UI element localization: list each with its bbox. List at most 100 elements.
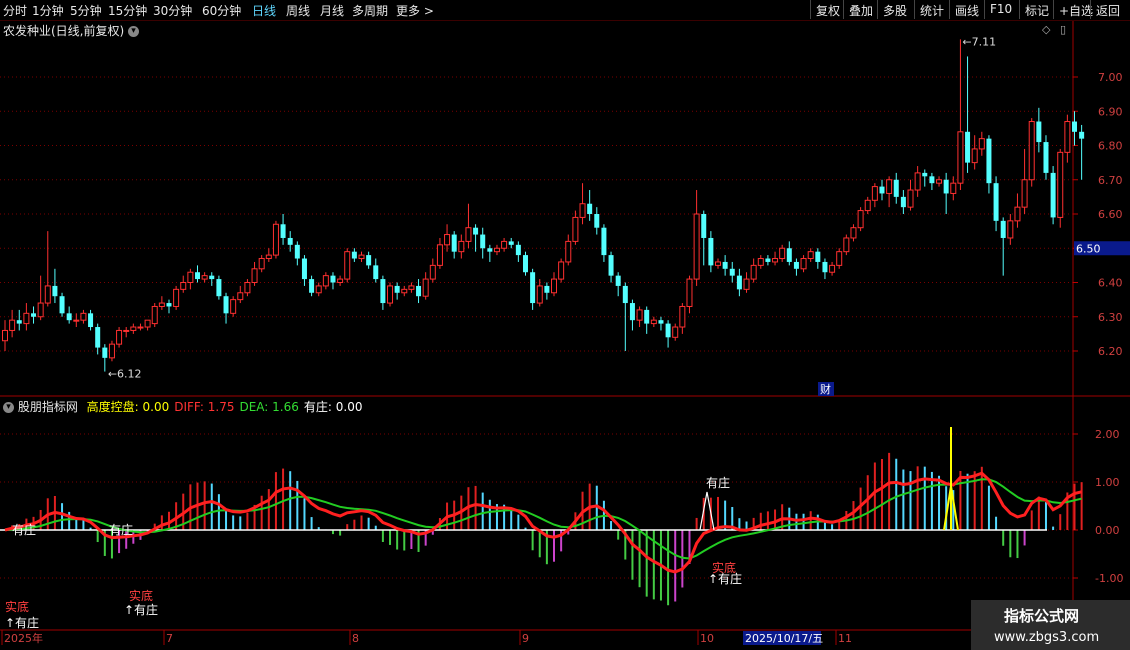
candle-body — [59, 296, 65, 314]
candle-body — [829, 264, 836, 273]
candle-body — [530, 272, 536, 304]
candle-body — [429, 264, 436, 280]
candle-body — [387, 285, 394, 304]
candle-body — [444, 234, 451, 246]
candle-body — [686, 278, 693, 307]
candle-body — [622, 285, 628, 304]
watermark-title: 指标公式网 — [1004, 607, 1079, 625]
candle-body — [201, 275, 208, 280]
shidi-label: 实底 — [129, 588, 153, 603]
candle-body — [900, 196, 906, 208]
candle-body — [237, 292, 244, 301]
candle-body — [1043, 142, 1049, 173]
candle-body — [843, 237, 850, 253]
candle-body — [88, 313, 94, 328]
candle-body — [800, 258, 807, 270]
candle-body — [750, 264, 757, 280]
indicator-tick-label: -1.00 — [1095, 572, 1123, 585]
candle-body — [1064, 121, 1071, 153]
candle-body — [743, 278, 750, 290]
candle-body — [665, 323, 671, 338]
candle-body — [629, 303, 635, 321]
candle-body — [536, 285, 543, 304]
candle-body — [544, 285, 550, 293]
time-label: 11 — [838, 632, 852, 645]
candle-body — [451, 234, 457, 252]
candle-body — [309, 279, 315, 293]
current-price-label: 6.50 — [1076, 242, 1101, 255]
candle-body — [1050, 172, 1056, 218]
watermark-url: www.zbgs3.com — [994, 630, 1099, 645]
finance-marker: 财 — [820, 382, 831, 396]
candle-body — [993, 183, 999, 221]
indicator-tick-label: 2.00 — [1095, 428, 1120, 441]
youzhuang-spike — [699, 491, 715, 531]
candle-body — [601, 227, 607, 256]
candle-body — [151, 305, 158, 325]
candle-body — [551, 278, 558, 294]
candle-body — [480, 234, 486, 249]
candle-body — [251, 268, 258, 283]
candle-body — [230, 299, 237, 314]
candle-body — [765, 258, 771, 262]
candle-body — [836, 251, 843, 266]
candle-body — [936, 179, 943, 184]
candle-body — [493, 247, 500, 253]
candle-body — [1021, 179, 1028, 208]
candle-body — [73, 319, 80, 322]
candle-body — [715, 261, 721, 266]
candle-body — [108, 343, 115, 359]
price-tick-label: 7.00 — [1098, 71, 1123, 84]
candle-body — [344, 251, 351, 280]
candle-body — [708, 237, 714, 266]
candle-body — [850, 227, 857, 239]
candle-body — [487, 248, 493, 252]
candle-body — [294, 244, 300, 259]
candle-body — [216, 279, 222, 297]
indicator-tick-label: 0.00 — [1095, 524, 1120, 537]
time-label: 10 — [700, 632, 714, 645]
candle-body — [301, 258, 307, 280]
shidi-label: 实底 — [5, 599, 29, 614]
candle-body — [180, 282, 187, 290]
price-tick-label: 6.90 — [1098, 105, 1123, 118]
candle-body — [337, 278, 344, 284]
candle-body — [608, 255, 614, 276]
candle-body — [636, 309, 643, 321]
candle-body — [37, 302, 44, 318]
candle-body — [978, 138, 985, 150]
youzhuang-label: 有庄 — [12, 522, 36, 537]
candle-body — [315, 285, 322, 294]
kline-chart[interactable]: 7.006.906.806.706.606.506.406.306.206.50… — [0, 0, 1130, 650]
candle-body — [223, 296, 229, 314]
candle-body — [907, 189, 914, 208]
candle-body — [572, 216, 579, 242]
price-tick-label: 6.30 — [1098, 311, 1123, 324]
time-label: 2025年 — [4, 631, 43, 645]
candle-body — [195, 272, 201, 280]
price-tick-label: 6.40 — [1098, 277, 1123, 290]
candle-body — [130, 326, 137, 331]
candle-body — [322, 275, 329, 287]
candle-body — [272, 223, 279, 256]
candle-body — [373, 265, 379, 280]
candle-body — [394, 285, 400, 293]
up-youzhuang-label: ↑有庄 — [124, 602, 158, 617]
candle-body — [2, 329, 8, 342]
candle-body — [366, 255, 372, 266]
candle-body — [330, 275, 336, 283]
candle-body — [95, 327, 101, 348]
candle-body — [436, 244, 443, 266]
low-price-label: ←6.12 — [108, 368, 142, 381]
candle-body — [693, 213, 700, 280]
candle-body — [473, 227, 479, 235]
candle-body — [123, 329, 130, 332]
candle-body — [965, 131, 971, 163]
candle-body — [522, 255, 528, 273]
candle-body — [565, 240, 572, 263]
candle-body — [558, 261, 565, 280]
candle-body — [579, 203, 586, 218]
candle-body — [80, 312, 87, 321]
candle-body — [886, 179, 893, 194]
candle-body — [1072, 121, 1077, 132]
